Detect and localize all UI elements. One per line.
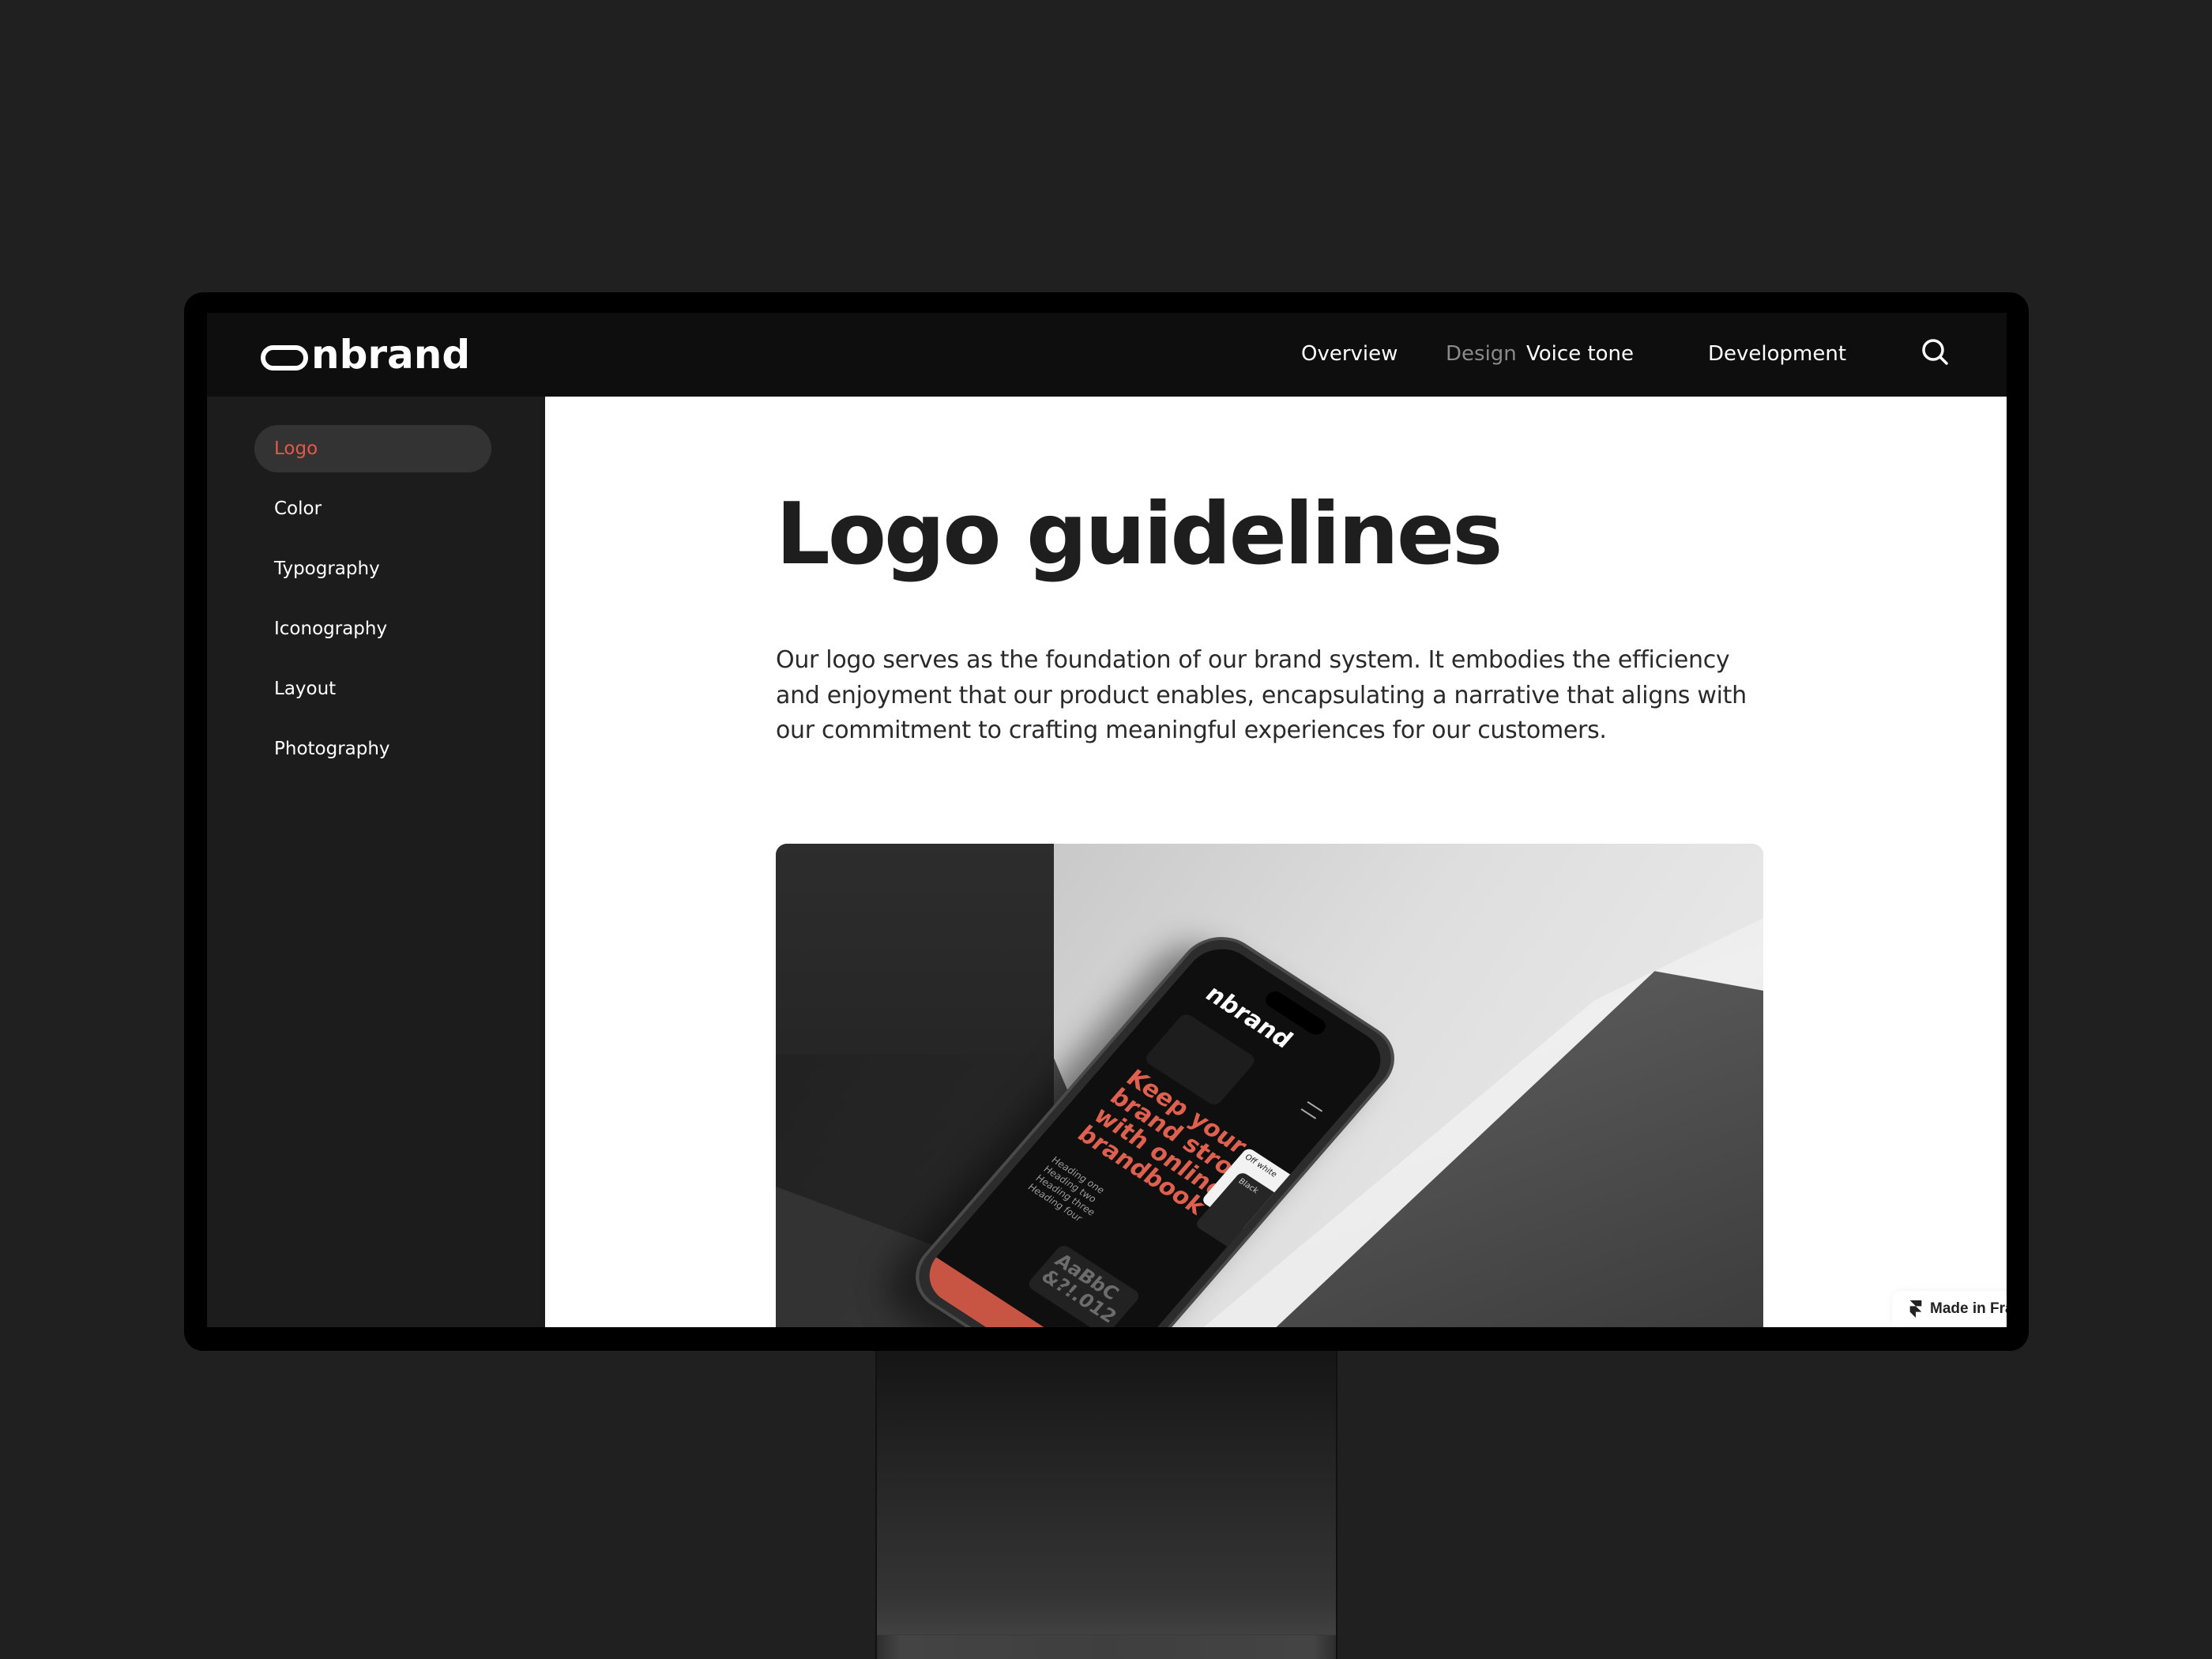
monitor-stand — [875, 1343, 1337, 1659]
sidebar-item-typography[interactable]: Typography — [254, 545, 491, 592]
sidebar-item-label: Logo — [274, 438, 318, 459]
main-content: Logo guidelines Our logo serves as the f… — [545, 397, 2007, 1327]
phone-type-sample: AaBbC &?!.012 — [1025, 1243, 1142, 1327]
phone-headline: Keep your brand strong with online brand… — [1071, 1064, 1269, 1221]
page-title: Logo guidelines — [776, 485, 1503, 584]
brand-logo[interactable]: nbrand — [261, 329, 470, 381]
badge-label: Made in Framer — [1930, 1300, 2007, 1317]
sidebar-item-label: Color — [274, 498, 322, 519]
logo-mark-icon — [261, 345, 308, 371]
sidebar-item-label: Typography — [274, 559, 380, 579]
hero-image: nbrand Keep your brand strong with onlin… — [776, 844, 1763, 1327]
intro-paragraph: Our logo serves as the foundation of our… — [776, 646, 1747, 744]
sidebar-item-layout[interactable]: Layout — [254, 665, 491, 713]
sidebar-item-color[interactable]: Color — [254, 485, 491, 532]
screen: nbrand Overview Design Voice tone Develo… — [207, 313, 2007, 1327]
logo-wordmark: nbrand — [311, 332, 471, 378]
sidebar-item-iconography[interactable]: Iconography — [254, 605, 491, 653]
sidebar-item-label: Layout — [274, 679, 337, 699]
sidebar-item-photography[interactable]: Photography — [254, 725, 491, 773]
made-in-framer-badge[interactable]: Made in Framer — [1892, 1291, 2007, 1327]
nav-development[interactable]: Development — [1708, 342, 1846, 366]
framer-icon — [1909, 1300, 1922, 1318]
nav-overview[interactable]: Overview — [1301, 342, 1398, 366]
monitor: nbrand Overview Design Voice tone Develo… — [184, 292, 2029, 1351]
sidebar-item-label: Photography — [274, 739, 390, 759]
monitor-stand-base — [877, 1635, 1336, 1659]
hamburger-icon — [1300, 1100, 1323, 1119]
nav-design[interactable]: Design — [1446, 342, 1517, 366]
search-icon[interactable] — [1920, 337, 1951, 368]
sidebar-item-label: Iconography — [274, 619, 388, 639]
site-header: nbrand Overview Design Voice tone Develo… — [207, 313, 2007, 397]
sidebar: Logo Color Typography Iconography Layout… — [207, 397, 545, 1327]
sidebar-item-logo[interactable]: Logo — [254, 425, 491, 472]
nav-voice-tone[interactable]: Voice tone — [1526, 342, 1634, 366]
phone-headings: Heading one Heading two Heading three He… — [1025, 1154, 1113, 1227]
